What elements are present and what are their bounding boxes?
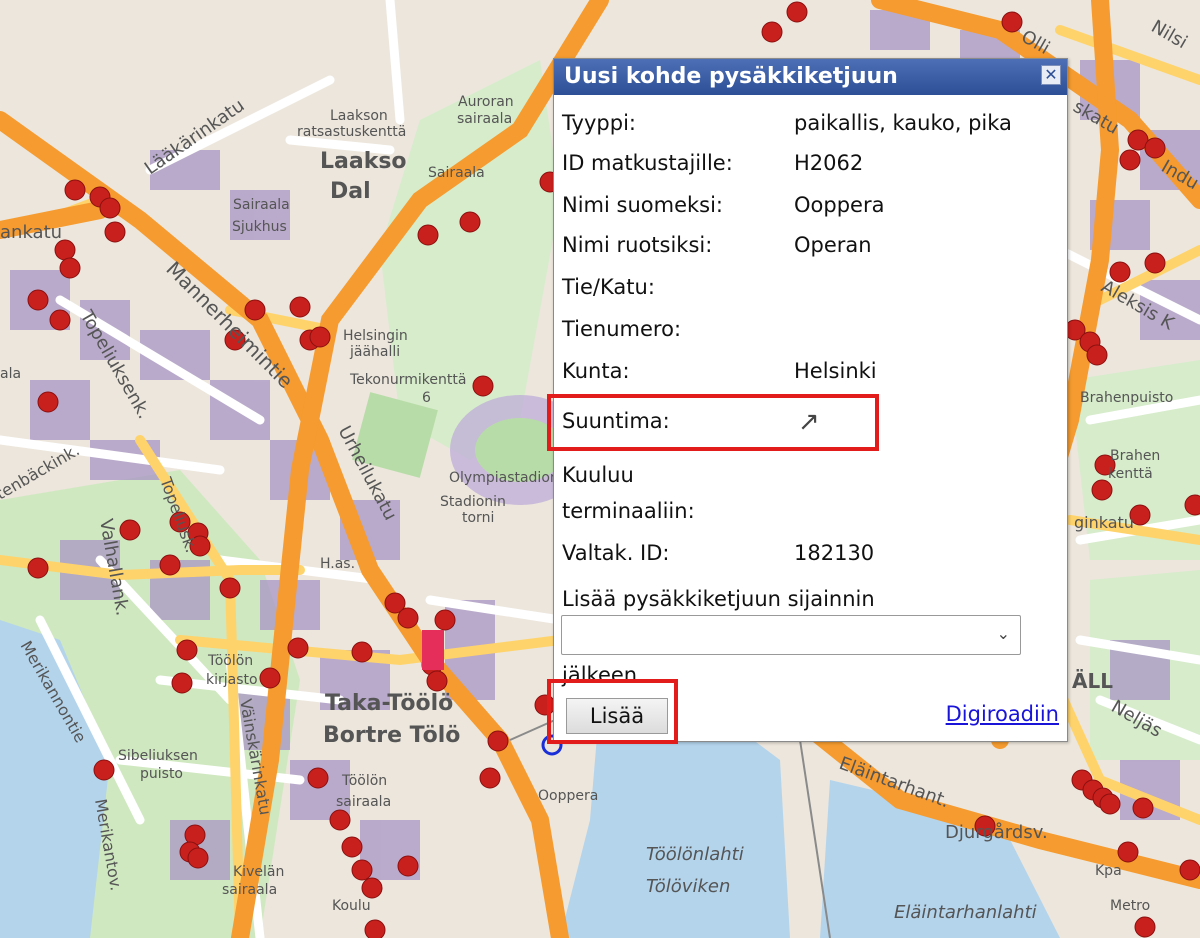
map-label: Olympiastadion <box>449 470 559 486</box>
map-label: ala <box>0 366 21 382</box>
map-label: ginkatu <box>1074 513 1134 532</box>
add-button[interactable]: Lisää <box>566 698 668 734</box>
field-name-sv-label: Nimi ruotsiksi: <box>562 233 713 257</box>
popup-header: Uusi kohde pysäkkiketjuun ✕ <box>554 59 1067 95</box>
map-label: Laakson <box>330 108 388 124</box>
map-label: Töölön <box>341 773 387 789</box>
map-label: Bortre Tölö <box>323 723 460 748</box>
map-label: ÄLL <box>1072 669 1113 693</box>
map-label: torni <box>462 510 494 526</box>
map-label: Auroran <box>458 94 514 110</box>
map-label: Sjukhus <box>232 219 287 235</box>
map-label: Eläintarhanlahti <box>894 902 1037 923</box>
map-label: sairaala <box>336 794 391 810</box>
map-label: kenttä <box>1108 466 1153 482</box>
previous-stop-select[interactable]: ⌄ <box>561 615 1021 655</box>
map-label: sairaala <box>222 882 277 898</box>
field-terminal-label-2: terminaaliin: <box>562 499 695 523</box>
after-label: jälkeen <box>562 663 638 687</box>
map-label: Stadionin <box>440 494 506 510</box>
map-label: Tölöviken <box>646 876 730 897</box>
map-label: Helsingin <box>343 328 408 344</box>
map-label: Dal <box>330 179 371 204</box>
field-road-number-label: Tienumero: <box>562 317 682 341</box>
map-label: Brahenpuisto <box>1080 390 1173 406</box>
field-passenger-id-value: H2062 <box>794 151 864 175</box>
map-label: Brahen <box>1110 448 1160 464</box>
map-label: Ooppera <box>538 788 598 804</box>
field-bearing-label: Suuntima: <box>562 409 670 433</box>
field-name-sv-value: Operan <box>794 233 872 257</box>
map-label: Kpa <box>1095 863 1122 879</box>
chevron-down-icon: ⌄ <box>996 624 1010 643</box>
arrow-up-right-icon: ↗ <box>798 407 820 437</box>
map-label: Sibeliuksen <box>118 748 198 764</box>
field-type-value: paikallis, kauko, pika <box>794 111 1012 135</box>
map-label: Metro <box>1110 898 1150 914</box>
field-municipality-label: Kunta: <box>562 359 630 383</box>
map-label: Sairaala <box>233 197 290 213</box>
close-icon[interactable]: ✕ <box>1041 65 1061 85</box>
field-type-label: Tyyppi: <box>562 111 636 135</box>
field-name-fi-value: Ooppera <box>794 193 885 217</box>
map-label: Djurgårdsv. <box>945 822 1048 843</box>
popup-title: Uusi kohde pysäkkiketjuun <box>564 64 898 89</box>
map-label: Laakso <box>320 149 407 174</box>
map-label: Koulu <box>332 898 371 914</box>
map-label: Sairaala <box>428 165 485 181</box>
map-label: kirjasto <box>206 672 258 688</box>
map-label: sairaala <box>457 111 512 127</box>
field-national-id-label: Valtak. ID: <box>562 541 670 565</box>
field-national-id-value: 182130 <box>794 541 875 565</box>
map-label: Taka-Töölö <box>325 691 453 716</box>
map-label: Töölön <box>207 653 253 669</box>
field-name-fi-label: Nimi suomeksi: <box>562 193 723 217</box>
map-label: puisto <box>140 766 183 782</box>
insert-position-label: Lisää pysäkkiketjuun sijainnin <box>562 587 875 611</box>
field-street-label: Tie/Katu: <box>562 275 655 299</box>
field-terminal-label-1: Kuuluu <box>562 463 634 487</box>
map-label: ankatu <box>0 222 62 243</box>
new-stop-popup: Uusi kohde pysäkkiketjuun ✕ Tyyppi: paik… <box>553 58 1068 742</box>
map-label: jäähalli <box>349 344 400 360</box>
map-label: Kivelän <box>233 864 284 880</box>
map-label: Töölönlahti <box>646 844 744 865</box>
map-label: 6 <box>422 390 431 406</box>
map-label: ratsastuskenttä <box>297 124 406 140</box>
map-label: H.as. <box>320 556 355 572</box>
digiroad-link[interactable]: Digiroadiin <box>946 702 1059 726</box>
field-municipality-value: Helsinki <box>794 359 877 383</box>
field-passenger-id-label: ID matkustajille: <box>562 151 733 175</box>
map-label: Tekonurmikenttä <box>349 372 466 388</box>
